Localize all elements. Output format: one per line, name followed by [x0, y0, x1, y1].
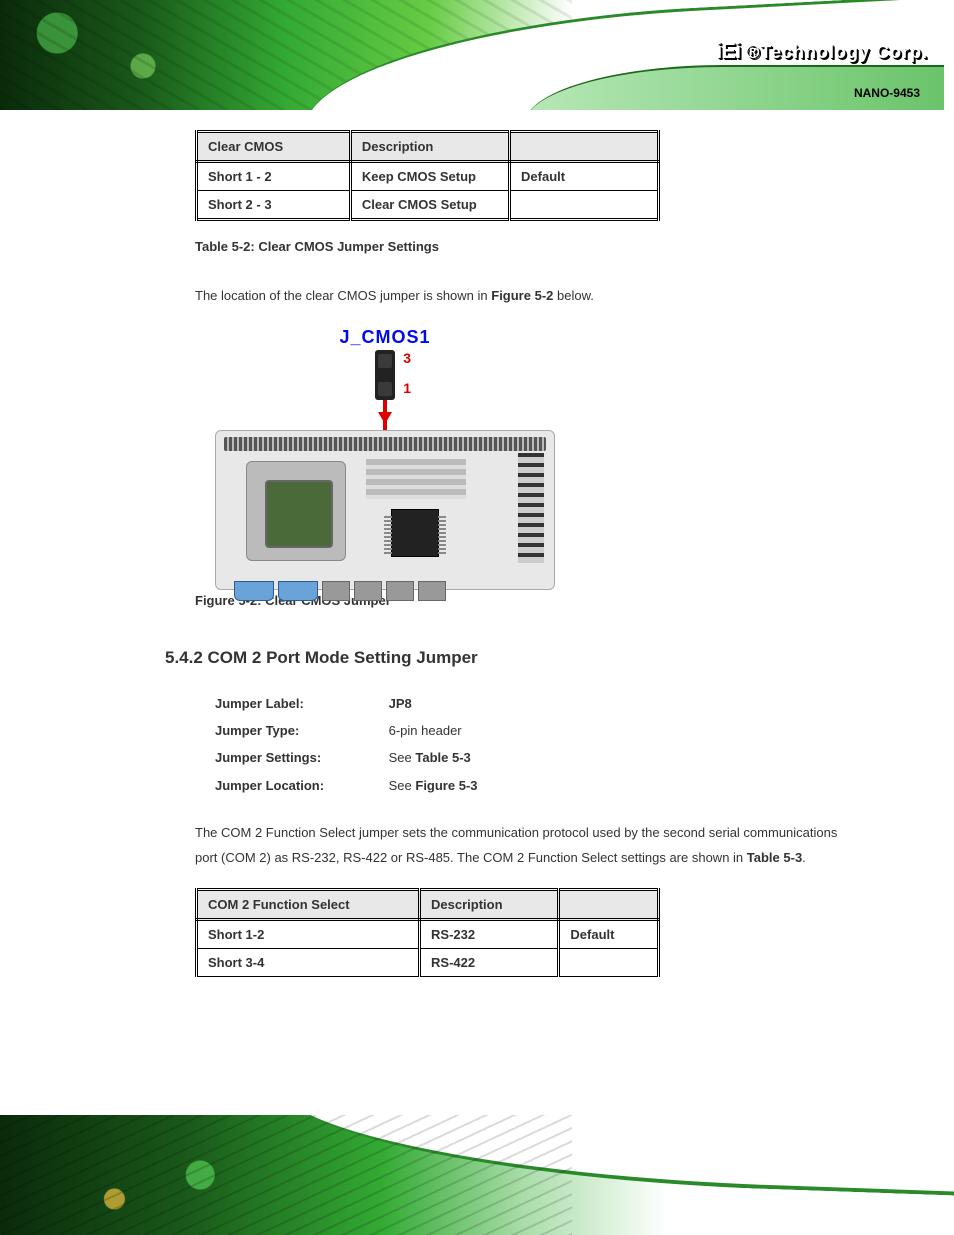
page-number: Page 81 [871, 1173, 924, 1189]
table-cell: Clear CMOS Setup [350, 191, 509, 220]
footer-banner: Page 81 [0, 1115, 954, 1235]
table-cell [510, 191, 659, 220]
table-cell: Default [510, 162, 659, 191]
memory-slots-icon [366, 459, 466, 499]
spec-value: See [389, 750, 416, 765]
spec-label: Jumper Type: [215, 717, 385, 744]
spec-row: Jumper Label: JP8 [215, 690, 854, 717]
figure-reference: Figure 5-3 [415, 778, 477, 793]
table-caption: Table 5-2: Clear CMOS Jumper Settings [195, 239, 854, 254]
table-cell: Short 1 - 2 [197, 162, 351, 191]
table-cell: Default [559, 920, 659, 949]
table-reference: Table 5-3 [747, 850, 802, 865]
brand-tagline: ®Technology Corp. [746, 42, 928, 62]
spec-row: Jumper Settings: See Table 5-3 [215, 744, 854, 771]
decorative-traces [0, 1115, 572, 1235]
header-banner: iEi ®Technology Corp. NANO-9453 [0, 0, 954, 110]
spec-row: Jumper Location: See Figure 5-3 [215, 772, 854, 799]
spec-label: Jumper Location: [215, 772, 385, 799]
text: The location of the clear CMOS jumper is… [195, 288, 491, 303]
page-content: Clear CMOS Description Short 1 - 2 Keep … [0, 110, 954, 977]
table-cell: Short 3-4 [197, 949, 420, 977]
table-header: COM 2 Function Select [197, 890, 420, 920]
spec-label: Jumper Label: [215, 690, 385, 717]
table-header [559, 890, 659, 920]
text: The COM 2 Function Select jumper sets th… [195, 825, 837, 865]
southbridge-chip-icon [391, 509, 439, 557]
table-header [510, 132, 659, 162]
text: below. [553, 288, 593, 303]
pin-number: 3 [403, 350, 411, 366]
table-header: Description [350, 132, 509, 162]
spec-label: Jumper Settings: [215, 744, 385, 771]
table-reference: Table 5-3 [415, 750, 470, 765]
spec-list: Jumper Label: JP8 Jumper Type: 6-pin hea… [215, 690, 854, 799]
arrow-icon [383, 400, 387, 430]
motherboard-illustration [215, 430, 555, 590]
table-cell: RS-232 [420, 920, 559, 949]
brand-mark: iEi ®Technology Corp. [716, 38, 928, 64]
spec-value: 6-pin header [389, 723, 462, 738]
com2-function-table: COM 2 Function Select Description Short … [195, 888, 660, 977]
paragraph-com2: The COM 2 Function Select jumper sets th… [195, 821, 854, 870]
table-cell: RS-422 [420, 949, 559, 977]
table-cell: Short 1-2 [197, 920, 420, 949]
logo-text: iEi [716, 38, 740, 63]
edge-connector-icon [518, 453, 544, 563]
table-cell: Keep CMOS Setup [350, 162, 509, 191]
paragraph-cmos-location: The location of the clear CMOS jumper is… [195, 284, 854, 309]
pin-header-icon: 3 1 [375, 350, 395, 400]
section-heading: 5.4.2 COM 2 Port Mode Setting Jumper [165, 648, 854, 668]
table-cell [559, 949, 659, 977]
pin-number: 1 [403, 380, 411, 396]
text: . [802, 850, 806, 865]
spec-row: Jumper Type: 6-pin header [215, 717, 854, 744]
spec-value: See [389, 778, 416, 793]
spec-value: JP8 [389, 696, 412, 711]
table-cell: Short 2 - 3 [197, 191, 351, 220]
document-title: NANO-9453 [854, 86, 920, 100]
table-header: Clear CMOS [197, 132, 351, 162]
board-diagram: J_CMOS1 3 1 [215, 327, 555, 577]
io-ports-icon [234, 581, 446, 601]
clear-cmos-jumper-table: Clear CMOS Description Short 1 - 2 Keep … [195, 130, 660, 221]
cpu-chip-icon [246, 461, 346, 561]
figure-reference: Figure 5-2 [491, 288, 553, 303]
jumper-label: J_CMOS1 [215, 327, 555, 348]
table-header: Description [420, 890, 559, 920]
